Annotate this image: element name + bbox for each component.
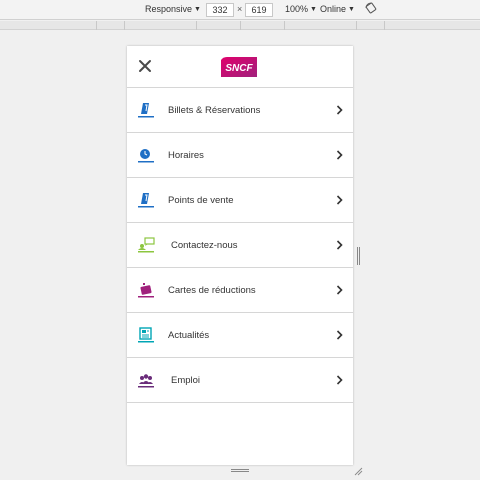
network-select[interactable]: Online ▼ — [320, 4, 355, 14]
chevron-right-icon — [336, 150, 343, 160]
menu-item-label: Points de vente — [168, 195, 234, 206]
rotate-icon[interactable] — [365, 2, 377, 14]
device-mode-select[interactable]: Responsive ▼ — [145, 4, 201, 14]
device-viewport: SNCF Billets & Réservations Horaires Poi… — [127, 46, 353, 465]
menu-header: SNCF — [127, 46, 353, 88]
ticket-icon — [138, 103, 154, 118]
caret-down-icon: ▼ — [194, 5, 201, 13]
viewport-height-resize-handle[interactable] — [231, 468, 249, 473]
chevron-right-icon — [336, 375, 343, 385]
network-label: Online — [320, 4, 347, 14]
menu-item-label: Billets & Réservations — [168, 105, 261, 116]
people-icon — [138, 374, 154, 388]
corner-resize-icon[interactable] — [354, 467, 363, 476]
chevron-right-icon — [336, 240, 343, 250]
device-mode-label: Responsive — [145, 4, 193, 14]
menu-item-actualites[interactable]: Actualités — [127, 313, 353, 358]
height-input[interactable]: 619 — [245, 3, 273, 17]
card-icon — [138, 283, 154, 298]
media-query-ruler — [0, 21, 480, 30]
caret-down-icon: ▼ — [348, 5, 355, 13]
menu-item-cartes[interactable]: Cartes de réductions — [127, 268, 353, 313]
zoom-select[interactable]: 100% ▼ — [285, 4, 317, 14]
ticket-icon — [138, 193, 154, 208]
width-input[interactable]: 332 — [206, 3, 234, 17]
close-icon[interactable] — [137, 58, 153, 74]
sncf-logo[interactable]: SNCF — [219, 56, 259, 78]
logo-text: SNCF — [225, 63, 253, 74]
chevron-right-icon — [336, 195, 343, 205]
menu-item-horaires[interactable]: Horaires — [127, 133, 353, 178]
zoom-label: 100% — [285, 4, 309, 14]
menu-item-emploi[interactable]: Emploi — [127, 358, 353, 403]
news-icon — [138, 327, 154, 343]
chevron-right-icon — [336, 330, 343, 340]
menu-item-label: Contactez-nous — [171, 240, 238, 251]
devtools-toolbar: Responsive ▼ 332 × 619 100% ▼ Online ▼ — [0, 0, 480, 20]
menu-item-label: Horaires — [168, 150, 204, 161]
menu-item-points-de-vente[interactable]: Points de vente — [127, 178, 353, 223]
chevron-right-icon — [336, 285, 343, 295]
menu-item-label: Actualités — [168, 330, 210, 341]
clock-icon — [138, 149, 154, 163]
menu-item-label: Cartes de réductions — [168, 285, 256, 296]
caret-down-icon: ▼ — [310, 5, 317, 13]
menu-item-billets[interactable]: Billets & Réservations — [127, 88, 353, 133]
viewport-width-resize-handle[interactable] — [356, 247, 361, 265]
chat-icon — [138, 237, 155, 253]
menu-item-label: Emploi — [171, 375, 201, 386]
chevron-right-icon — [336, 105, 343, 115]
menu-item-contact[interactable]: Contactez-nous — [127, 223, 353, 268]
dimension-separator: × — [237, 4, 243, 14]
